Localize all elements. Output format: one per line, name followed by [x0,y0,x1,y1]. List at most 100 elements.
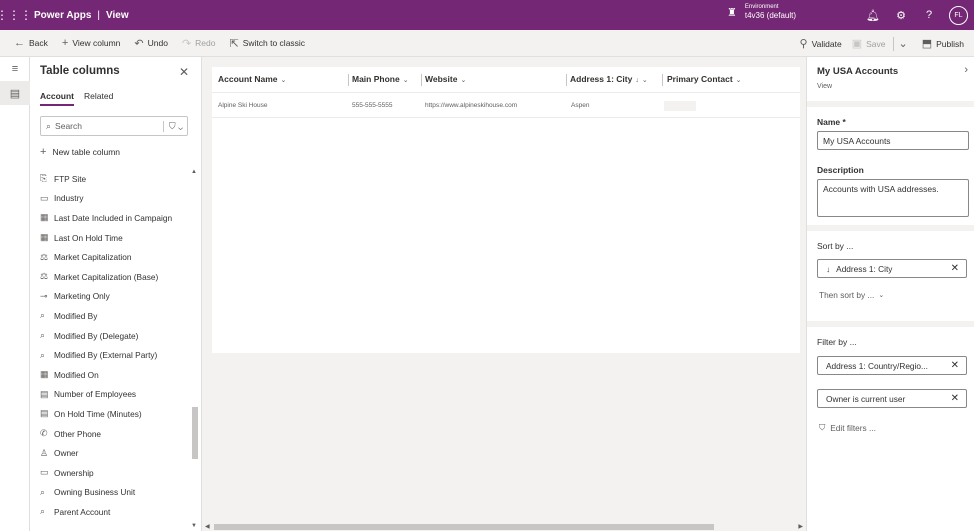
switch-classic-label: Switch to classic [242,38,306,48]
app-name[interactable]: Power Apps [34,10,91,21]
waffle-icon[interactable]: ⋮⋮⋮ [0,0,32,30]
environment-icon: ♜ [727,7,737,19]
column-list-item[interactable]: ⌕ Parent Account [40,502,192,522]
then-sort-by-button[interactable]: Then sort by ... ⌄ [819,290,884,300]
scroll-thumb[interactable] [192,407,198,459]
description-field[interactable]: Accounts with USA addresses. [817,179,969,217]
scroll-down-icon[interactable]: ▼ [191,523,197,529]
scroll-left-icon[interactable]: ◀ [205,523,210,530]
column-list-item[interactable]: ▤ Number of Employees [40,385,192,405]
bell-icon[interactable]: 🔔︎ [859,9,887,22]
name-field[interactable]: My USA Accounts [817,131,969,150]
field-type-icon: ⚖ [40,251,49,262]
column-list-item[interactable]: ⌕ Modified By (Delegate) [40,326,192,346]
columns-scrollbar[interactable]: ▲ ▼ [191,169,199,531]
column-header-website[interactable]: Website ⌄ [425,74,466,84]
save-icon: ▣ [851,38,863,50]
tab-related[interactable]: Related [84,91,113,106]
column-list-item[interactable]: ▦ Modified On [40,365,192,385]
columns-icon[interactable]: ▤ [0,81,30,105]
chevron-right-icon[interactable]: › [964,64,968,76]
view-column-button[interactable]: + View column [62,37,120,49]
help-icon[interactable]: ? [915,9,943,21]
column-list-item[interactable]: ▦ Last Date Included in Campaign [40,208,192,228]
column-list-item[interactable]: ✆ Other Phone [40,424,192,444]
column-item-label: FTP Site [54,173,87,184]
column-list: ⎘ FTP Site ▭ Industry ▦ Last Date Included in… [40,169,192,522]
environment-selector[interactable]: ♜ Environment t4v36 (default) [727,4,796,21]
column-header-city[interactable]: Address 1: City ↓ ⌄ [570,74,648,84]
cell-main-phone: 555-555-5555 [352,102,393,109]
column-list-item[interactable]: ▤ On Hold Time (Minutes) [40,404,192,424]
column-list-item[interactable]: ▭ Ownership [40,463,192,483]
save-button[interactable]: ▣ Save [852,37,886,50]
column-list-item[interactable]: ⌕ Owning Business Unit [40,483,192,503]
scroll-right-icon[interactable]: ▶ [798,523,803,530]
redo-button[interactable]: ↷ Redo [182,37,216,50]
close-icon[interactable]: ✕ [951,393,959,404]
field-type-icon: ♙ [40,447,49,458]
save-dropdown-button[interactable]: ⌄ [898,37,911,50]
new-column-label: New table column [52,147,120,157]
section-divider [807,225,974,231]
back-arrow-icon: ← [14,37,25,49]
column-list-item[interactable]: ⌕ Modified By [40,306,192,326]
sort-by-pill[interactable]: ↓ Address 1: City ✕ [817,259,967,278]
filter-pill-owner[interactable]: Owner is current user ✕ [817,389,967,408]
scroll-thumb[interactable] [214,524,714,530]
hamburger-icon[interactable]: ≡ [0,57,30,81]
left-rail: ≡ ▤ [0,57,30,531]
close-icon[interactable]: ✕ [179,65,189,79]
publish-button[interactable]: ⬒ Publish [922,37,964,50]
column-list-item[interactable]: ▦ Last On Hold Time [40,228,192,248]
filter-pill-country[interactable]: Address 1: Country/Regio... ✕ [817,356,967,375]
column-header-main-phone[interactable]: Main Phone ⌄ [352,74,409,84]
back-button[interactable]: ← Back [14,37,48,49]
environment-label: Environment [744,4,779,10]
switch-classic-button[interactable]: ⇱ Switch to classic [229,37,305,50]
column-list-item[interactable]: ⊸ Marketing Only [40,287,192,307]
undo-icon: ↶ [134,37,144,50]
scroll-up-icon[interactable]: ▲ [191,169,197,175]
pane-title: Table columns [40,65,120,77]
column-divider [566,74,567,86]
avatar[interactable]: FL [949,5,968,25]
column-list-item[interactable]: ⎘ FTP Site [40,169,192,189]
column-header-primary-contact[interactable]: Primary Contact ⌄ [667,74,742,84]
column-list-item[interactable]: ⌕ Modified By (External Party) [40,345,192,365]
close-icon[interactable]: ✕ [951,360,959,371]
column-header-account-name[interactable]: Account Name ⌄ [218,74,286,84]
column-list-item[interactable]: ⚖ Market Capitalization [40,247,192,267]
filter-icon[interactable]: ⛉ ⌄ [162,120,183,132]
column-list-item[interactable]: ▭ Industry [40,189,192,209]
horizontal-scrollbar[interactable]: ◀ ▶ [202,523,806,531]
field-type-icon: ⎘ [40,173,48,184]
view-canvas: Account Name ⌄ Main Phone ⌄ Website ⌄ Addre… [202,57,806,531]
edit-filters-button[interactable]: ⛉ Edit filters ... [819,422,876,433]
field-type-icon: ⊸ [40,290,48,301]
switch-icon: ⇱ [229,37,239,50]
close-icon[interactable]: ✕ [951,263,959,274]
publish-icon: ⬒ [921,38,933,50]
validate-button[interactable]: ⚲ Validate [800,37,842,50]
filter-icon: ⛉ [819,422,826,432]
column-item-label: Other Phone [54,428,102,439]
search-icon: ⌕ [46,120,52,131]
tab-account[interactable]: Account [40,91,74,106]
column-list-item[interactable]: ⚖ Market Capitalization (Base) [40,267,192,287]
cell-city: Aspen [571,102,590,109]
column-item-label: Market Capitalization (Base) [54,271,159,282]
search-input[interactable]: ⌕ Search ⛉ ⌄ [40,116,188,136]
column-item-label: Parent Account [54,506,111,517]
then-sort-label: Then sort by ... [819,290,875,300]
new-table-column-button[interactable]: + New table column [40,146,120,158]
table-row[interactable]: Alpine Ski House 555-555-5555 https://ww… [212,94,800,118]
filter-country-value: Address 1: Country/Regio... [826,360,928,371]
gear-icon[interactable]: ⚙ [887,9,915,22]
field-type-icon: ▭ [40,467,49,478]
undo-button[interactable]: ↶ Undo [134,37,168,50]
validate-icon: ⚲ [799,38,808,50]
command-bar: ← Back + View column ↶ Undo ↷ Redo ⇱ Switch t… [0,30,974,57]
search-placeholder: Search [55,121,82,131]
column-list-item[interactable]: ♙ Owner [40,443,192,463]
